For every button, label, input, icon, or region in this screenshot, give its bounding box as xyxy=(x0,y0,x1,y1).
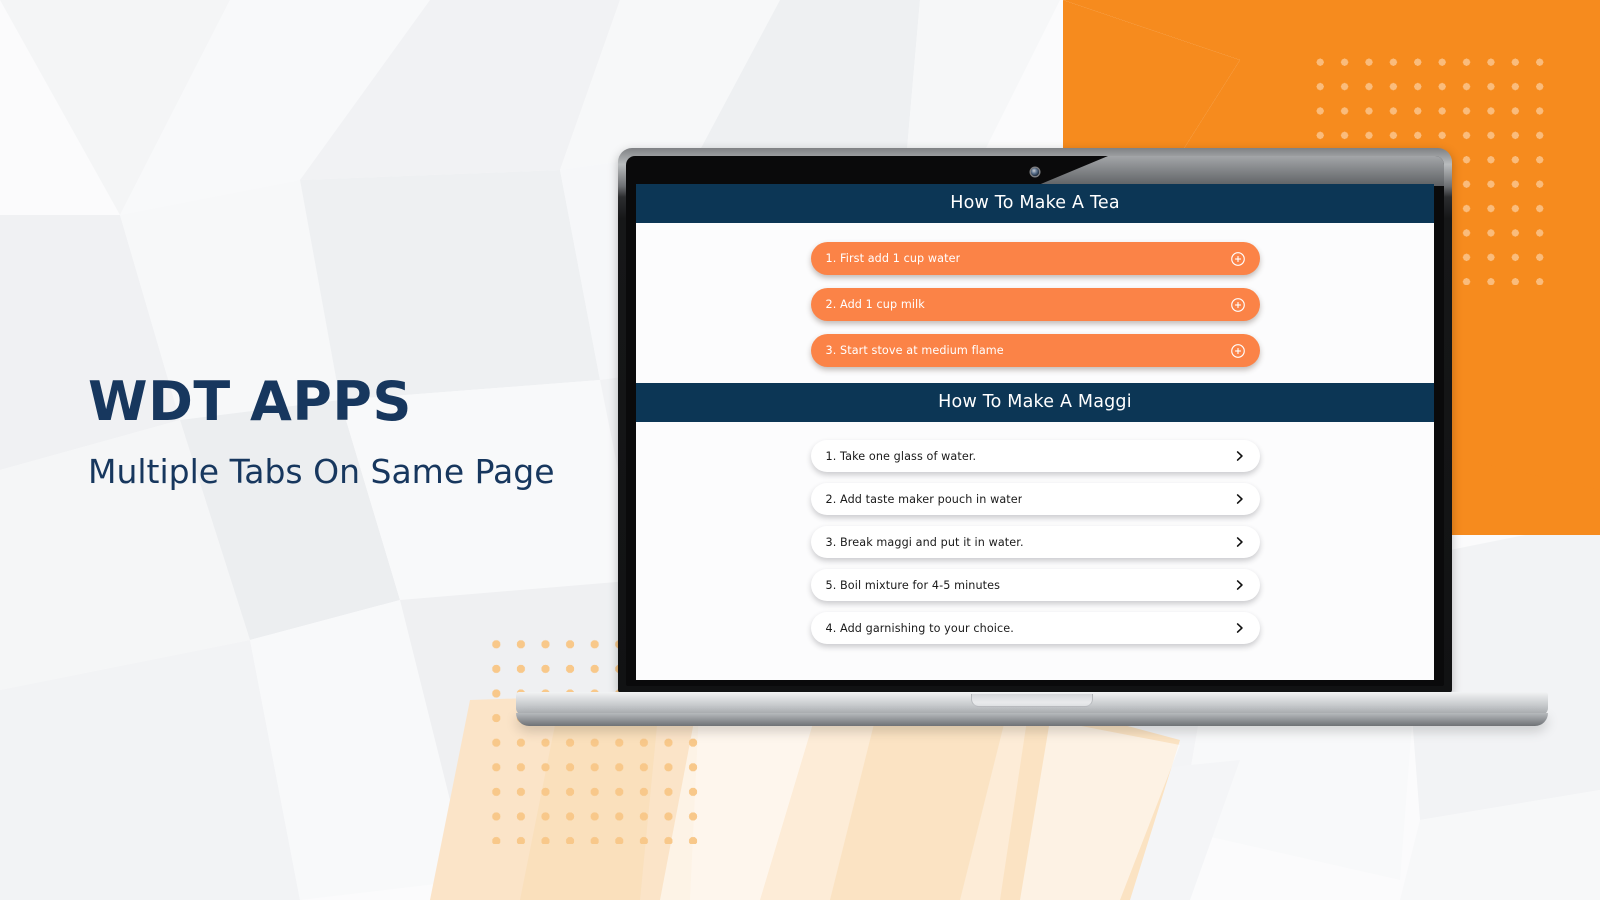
accordion-item-label: 2. Add 1 cup milk xyxy=(825,298,925,311)
accordion-item-maggi-3[interactable]: 3. Break maggi and put it in water. xyxy=(810,526,1260,558)
accordion-item-label: 3. Start stove at medium flame xyxy=(825,344,1004,357)
laptop-base-top xyxy=(516,692,1548,715)
plus-circle-icon[interactable] xyxy=(1230,251,1246,267)
screen-viewport: How To Make A Tea 1. First add 1 cup wat… xyxy=(636,184,1434,680)
accordion-item-label: 2. Add taste maker pouch in water xyxy=(825,492,1023,506)
accordion-item-label: 5. Boil mixture for 4-5 minutes xyxy=(825,578,1001,592)
accordion-item-maggi-2[interactable]: 2. Add taste maker pouch in water xyxy=(810,483,1260,515)
accordion-item-maggi-1[interactable]: 1. Take one glass of water. xyxy=(810,440,1260,472)
accordion-item-label: 4. Add garnishing to your choice. xyxy=(825,621,1014,635)
chevron-right-icon[interactable] xyxy=(1233,534,1246,550)
accordion-item-maggi-5[interactable]: 4. Add garnishing to your choice. xyxy=(810,612,1260,644)
webcam-dot-icon xyxy=(1031,168,1039,176)
bezel-reflection xyxy=(1036,156,1444,186)
section-header-maggi: How To Make A Maggi xyxy=(636,383,1434,422)
laptop-lid: How To Make A Tea 1. First add 1 cup wat… xyxy=(618,148,1452,693)
accordion-item-label: 3. Break maggi and put it in water. xyxy=(825,535,1024,549)
section-header-tea: How To Make A Tea xyxy=(636,184,1434,223)
chevron-right-icon[interactable] xyxy=(1233,620,1246,636)
laptop-bezel: How To Make A Tea 1. First add 1 cup wat… xyxy=(626,156,1444,686)
chevron-right-icon[interactable] xyxy=(1233,577,1246,593)
plus-circle-icon[interactable] xyxy=(1230,297,1246,313)
accordion-item-tea-1[interactable]: 1. First add 1 cup water xyxy=(810,242,1260,275)
accordion-panel-maggi: 1. Take one glass of water. 2. Add taste… xyxy=(636,422,1434,658)
accordion-item-tea-3[interactable]: 3. Start stove at medium flame xyxy=(810,334,1260,367)
laptop-mockup: How To Make A Tea 1. First add 1 cup wat… xyxy=(516,148,1548,758)
chevron-right-icon[interactable] xyxy=(1233,448,1246,464)
accordion-item-label: 1. Take one glass of water. xyxy=(825,449,977,463)
accordion-item-tea-2[interactable]: 2. Add 1 cup milk xyxy=(810,288,1260,321)
accordion-item-label: 1. First add 1 cup water xyxy=(825,252,961,265)
laptop-base-front xyxy=(516,713,1548,726)
headline-block: WDT APPS Multiple Tabs On Same Page xyxy=(88,370,608,491)
plus-circle-icon[interactable] xyxy=(1230,343,1246,359)
accordion-item-maggi-4[interactable]: 5. Boil mixture for 4-5 minutes xyxy=(810,569,1260,601)
chevron-right-icon[interactable] xyxy=(1233,491,1246,507)
laptop-base-notch xyxy=(971,694,1093,707)
poster-canvas: WDT APPS Multiple Tabs On Same Page How … xyxy=(0,0,1600,900)
page-subtitle: Multiple Tabs On Same Page xyxy=(88,451,555,491)
page-title: WDT APPS xyxy=(88,370,412,433)
accordion-panel-tea: 1. First add 1 cup water 2. Add 1 cup mi… xyxy=(636,223,1434,383)
laptop-base xyxy=(516,692,1548,726)
